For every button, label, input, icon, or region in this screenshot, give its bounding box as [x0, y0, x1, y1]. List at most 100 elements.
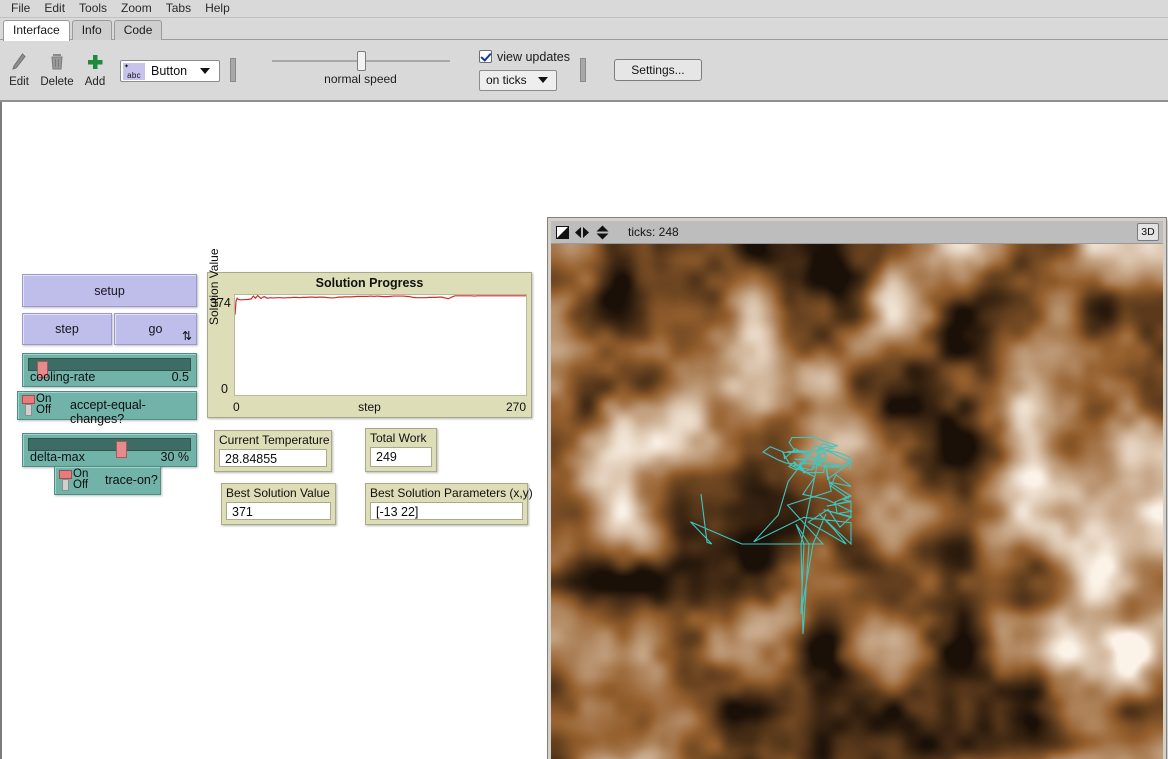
chevron-down-icon — [200, 68, 210, 74]
switch-stem — [25, 404, 32, 416]
menu-item-tools[interactable]: Tools — [72, 0, 114, 17]
resize-icon[interactable] — [556, 226, 569, 239]
switch-to-3d-button[interactable]: 3D — [1137, 223, 1159, 241]
speed-slider-label: normal speed — [324, 72, 397, 86]
horizontal-arrows-icon[interactable] — [574, 226, 590, 239]
monitor-total-work[interactable]: Total Work 249 — [365, 428, 437, 472]
trace-on-off-label: Off — [73, 479, 88, 491]
cooling-rate-slider[interactable]: cooling-rate 0.5 — [22, 353, 197, 387]
edit-tool-button[interactable]: Edit — [0, 44, 38, 96]
world-view-panel: ticks: 248 3D — [548, 218, 1166, 759]
view-updates-checkbox[interactable] — [479, 50, 492, 63]
delta-max-thumb[interactable] — [116, 441, 127, 458]
trace-on-label: trace-on? — [105, 473, 158, 487]
menu-item-file[interactable]: File — [4, 0, 37, 17]
monitor-value: [-13 22] — [376, 505, 418, 519]
trash-icon — [49, 50, 65, 74]
toolbar: Edit Delete Add abc Button — [0, 40, 1168, 102]
switch-lever-icon[interactable] — [22, 395, 35, 416]
monitor-label: Best Solution Parameters (x,y) — [370, 486, 533, 500]
step-button[interactable]: step — [22, 313, 112, 345]
setup-button-label: setup — [94, 284, 125, 298]
monitor-value: 28.84855 — [225, 452, 277, 466]
tab-interface[interactable]: Interface — [3, 20, 70, 41]
menu-bar: File Edit Tools Zoom Tabs Help — [0, 0, 1168, 18]
tab-code[interactable]: Code — [114, 20, 163, 40]
monitor-value: 249 — [376, 450, 397, 464]
menu-item-help[interactable]: Help — [198, 0, 237, 17]
delta-max-slider[interactable]: delta-max 30 % — [22, 433, 197, 467]
accept-equal-changes-off-label: Off — [36, 404, 51, 416]
cooling-rate-label: cooling-rate — [30, 370, 95, 384]
menu-item-tabs[interactable]: Tabs — [159, 0, 198, 17]
delta-max-label: delta-max — [30, 450, 85, 464]
widget-type-value: Button — [151, 64, 200, 78]
view-updates-row[interactable]: view updates — [479, 50, 570, 64]
world-view-header: ticks: 248 3D — [551, 221, 1163, 244]
trace-path — [691, 437, 852, 634]
speed-slider[interactable]: normal speed — [268, 54, 453, 86]
interface-canvas: setup step go ⇅ cooling-rate 0.5 On Off … — [0, 102, 1168, 759]
menu-item-edit[interactable]: Edit — [37, 0, 72, 17]
go-button[interactable]: go ⇅ — [114, 313, 197, 345]
delta-max-value: 30 % — [161, 450, 190, 464]
monitor-value-box: 28.84855 — [219, 449, 327, 467]
monitor-current-temperature[interactable]: Current Temperature 28.84855 — [214, 430, 332, 472]
agent-trace-overlay — [551, 244, 1163, 759]
switch-stem — [62, 479, 69, 491]
menu-item-zoom[interactable]: Zoom — [114, 0, 159, 17]
monitor-best-solution-parameters[interactable]: Best Solution Parameters (x,y) [-13 22] — [365, 483, 528, 525]
monitor-value-box: 249 — [370, 447, 432, 467]
monitor-value: 371 — [232, 505, 253, 519]
ticks-counter: ticks: 248 — [628, 225, 679, 239]
plot-x-axis-label: step — [208, 400, 531, 414]
update-mode-value: on ticks — [486, 73, 538, 87]
plot-drawing-area — [234, 294, 527, 396]
update-mode-select[interactable]: on ticks — [479, 70, 557, 91]
view-updates-group: view updates on ticks — [479, 50, 570, 91]
accept-equal-changes-label: accept-equal-changes? — [70, 398, 196, 426]
toolbar-separator-2 — [580, 58, 586, 82]
forever-loop-icon: ⇅ — [182, 330, 192, 342]
vertical-arrows-icon[interactable] — [595, 225, 610, 240]
accept-equal-changes-switch[interactable]: On Off accept-equal-changes? — [17, 391, 197, 420]
settings-button[interactable]: Settings... — [614, 59, 702, 81]
plot-title: Solution Progress — [208, 276, 531, 290]
monitor-label: Best Solution Value — [226, 486, 330, 500]
view-updates-label: view updates — [497, 50, 570, 64]
plot-series-svg — [235, 295, 526, 395]
solution-progress-plot[interactable]: Solution Progress 374 0 Solution Value 0… — [207, 272, 532, 418]
switch-lever-icon[interactable] — [59, 470, 72, 491]
speed-slider-track[interactable] — [272, 60, 450, 62]
edit-tool-label: Edit — [9, 76, 29, 88]
trace-on-switch[interactable]: On Off trace-on? — [54, 466, 161, 495]
monitor-value-box: 371 — [226, 502, 331, 520]
switch-cap — [22, 395, 35, 404]
chevron-down-icon — [538, 77, 548, 83]
tab-info[interactable]: Info — [72, 20, 112, 40]
cooling-rate-value: 0.5 — [172, 370, 189, 384]
setup-button[interactable]: setup — [22, 274, 197, 307]
switch-cap — [59, 470, 72, 479]
monitor-label: Current Temperature — [219, 433, 330, 447]
pencil-icon — [10, 50, 28, 74]
step-button-label: step — [55, 322, 79, 336]
plus-icon — [86, 50, 104, 74]
speed-slider-thumb[interactable] — [357, 51, 366, 71]
add-tool-button[interactable]: Add — [76, 44, 114, 96]
add-tool-label: Add — [85, 76, 105, 88]
monitor-best-solution-value[interactable]: Best Solution Value 371 — [221, 483, 336, 525]
monitor-label: Total Work — [370, 431, 426, 445]
plot-x-max-tick: 270 — [506, 400, 526, 414]
go-button-label: go — [149, 322, 163, 336]
button-widget-icon: abc — [123, 63, 145, 80]
delete-tool-button[interactable]: Delete — [38, 44, 76, 96]
tab-bar: Interface Info Code — [0, 18, 1168, 40]
monitor-value-box: [-13 22] — [370, 502, 523, 520]
widget-type-select[interactable]: abc Button — [120, 60, 220, 82]
plot-y-min-tick: 0 — [221, 382, 228, 396]
plot-y-axis-label: Solution Value — [207, 249, 221, 326]
world-view[interactable] — [551, 244, 1163, 759]
delete-tool-label: Delete — [40, 76, 73, 88]
toolbar-separator-1 — [230, 58, 236, 82]
